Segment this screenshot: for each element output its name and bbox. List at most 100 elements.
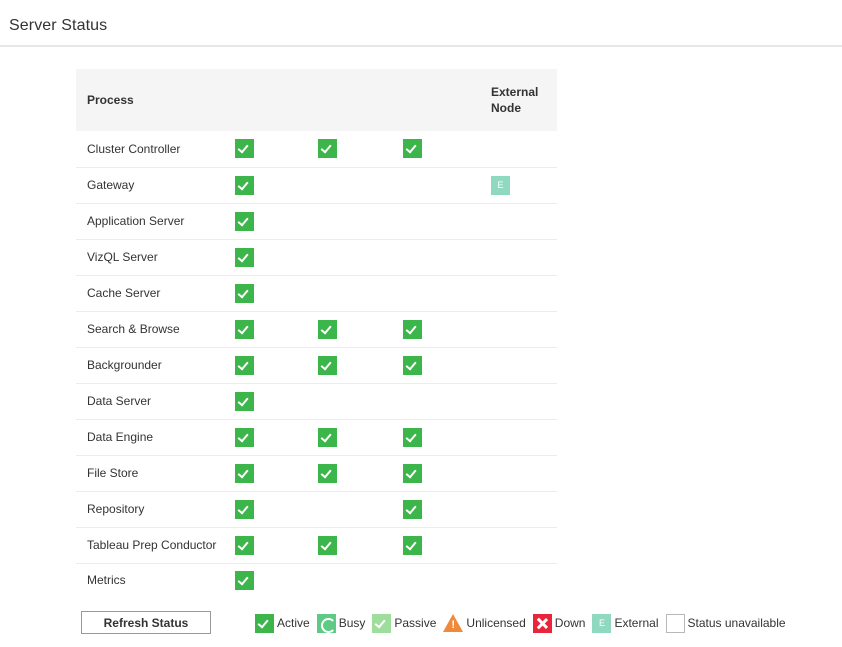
node-status-cell	[318, 131, 403, 167]
process-name: VizQL Server	[87, 250, 158, 264]
status-active-check-icon	[235, 355, 254, 375]
status-active-check-icon	[235, 427, 254, 447]
node-status-cell	[318, 527, 403, 563]
title-divider	[0, 45, 842, 47]
external-node-cell	[491, 203, 557, 239]
table-row: Tableau Prep Conductor	[76, 527, 557, 563]
node-status-cell	[318, 311, 403, 347]
refresh-icon	[316, 613, 336, 633]
node-status-cell	[403, 527, 491, 563]
node-status-cell	[235, 491, 318, 527]
process-name: File Store	[87, 466, 139, 480]
node-status-cell	[318, 563, 403, 597]
status-active-check-icon	[235, 535, 254, 555]
legend-label: Unlicensed	[466, 616, 526, 630]
status-active-check-icon	[235, 319, 254, 339]
node-status-cell	[235, 419, 318, 455]
external-node-cell	[491, 455, 557, 491]
status-active-check-icon	[318, 427, 337, 447]
external-node-cell	[491, 239, 557, 275]
process-name: Gateway	[87, 178, 135, 192]
node-status-cell	[318, 347, 403, 383]
status-active-check-icon	[403, 463, 422, 483]
external-node-cell	[491, 419, 557, 455]
process-name: Data Server	[87, 394, 152, 408]
node-status-cell	[318, 383, 403, 419]
process-name: Application Server	[87, 214, 185, 228]
external-node-cell	[491, 383, 557, 419]
table-row: Application Server	[76, 203, 557, 239]
status-legend: Active Busy Passive! Unlicensed Down E Externa…	[255, 613, 786, 633]
external-node-cell	[491, 563, 557, 597]
legend-label: Passive	[394, 616, 437, 630]
node-column-header-2	[318, 69, 403, 131]
node-status-cell	[403, 347, 491, 383]
table-row: Cluster Controller	[76, 131, 557, 167]
status-active-check-icon	[403, 139, 422, 159]
node-status-cell	[403, 563, 491, 597]
node-status-cell	[235, 203, 318, 239]
status-active-check-icon	[403, 319, 422, 339]
table-row: Data Engine	[76, 419, 557, 455]
external-header-line-1: External	[491, 85, 539, 99]
table-row: File Store	[76, 455, 557, 491]
process-status-table: Process External Node Cluster Controller…	[76, 69, 557, 597]
node-status-cell	[318, 491, 403, 527]
table-row: Search & Browse	[76, 311, 557, 347]
node-status-cell	[235, 131, 318, 167]
table-row: Gateway E	[76, 167, 557, 203]
node-status-cell	[235, 167, 318, 203]
process-name: Metrics	[87, 573, 126, 588]
node-status-cell	[318, 419, 403, 455]
external-node-cell	[491, 131, 557, 167]
status-active-check-icon	[235, 283, 254, 303]
status-active-check-icon	[235, 175, 254, 195]
node-status-cell	[235, 527, 318, 563]
table-row: Data Server	[76, 383, 557, 419]
status-active-check-icon	[235, 391, 254, 411]
process-column-header: Process	[87, 93, 134, 107]
node-column-header-3	[403, 69, 491, 131]
status-active-check-icon	[235, 139, 254, 159]
legend-item-busy: Busy	[316, 613, 366, 633]
node-status-cell	[318, 239, 403, 275]
node-status-cell	[403, 203, 491, 239]
refresh-status-button[interactable]: Refresh Status	[81, 611, 211, 634]
legend-item-active: Active	[255, 613, 310, 633]
external-node-cell	[491, 275, 557, 311]
status-active-check-icon	[235, 463, 254, 483]
status-active-check-icon	[318, 355, 337, 375]
empty-box-icon	[665, 613, 685, 633]
node-status-cell	[235, 383, 318, 419]
status-active-check-icon	[318, 535, 337, 555]
status-active-check-icon	[403, 535, 422, 555]
legend-label: Busy	[338, 616, 366, 630]
node-status-cell	[235, 455, 318, 491]
check-icon	[372, 613, 392, 633]
node-status-cell	[235, 239, 318, 275]
legend-item-unavailable: Status unavailable	[665, 613, 786, 633]
status-active-check-icon	[403, 499, 422, 519]
status-active-check-icon	[235, 211, 254, 231]
legend-item-external: E External	[592, 613, 659, 633]
status-active-check-icon	[235, 247, 254, 267]
page-title: Server Status	[9, 17, 108, 34]
legend-item-passive: Passive	[372, 613, 437, 633]
table-row: Cache Server	[76, 275, 557, 311]
process-name: Cluster Controller	[87, 141, 181, 156]
external-node-cell: E	[491, 167, 557, 203]
warning-icon: !	[443, 614, 464, 632]
external-header-line-2: Node	[491, 101, 521, 115]
legend-label: Down	[554, 616, 586, 630]
external-node-cell	[491, 311, 557, 347]
legend-item-unlicensed: ! Unlicensed	[443, 614, 526, 632]
status-active-check-icon	[403, 427, 422, 447]
status-active-check-icon	[318, 463, 337, 483]
status-active-check-icon	[318, 319, 337, 339]
external-icon: E	[491, 175, 510, 195]
process-name: Tableau Prep Conductor	[87, 538, 217, 552]
table-row: Backgrounder	[76, 347, 557, 383]
status-active-check-icon	[318, 139, 337, 159]
x-icon	[532, 613, 552, 633]
legend-label: External	[614, 616, 659, 630]
